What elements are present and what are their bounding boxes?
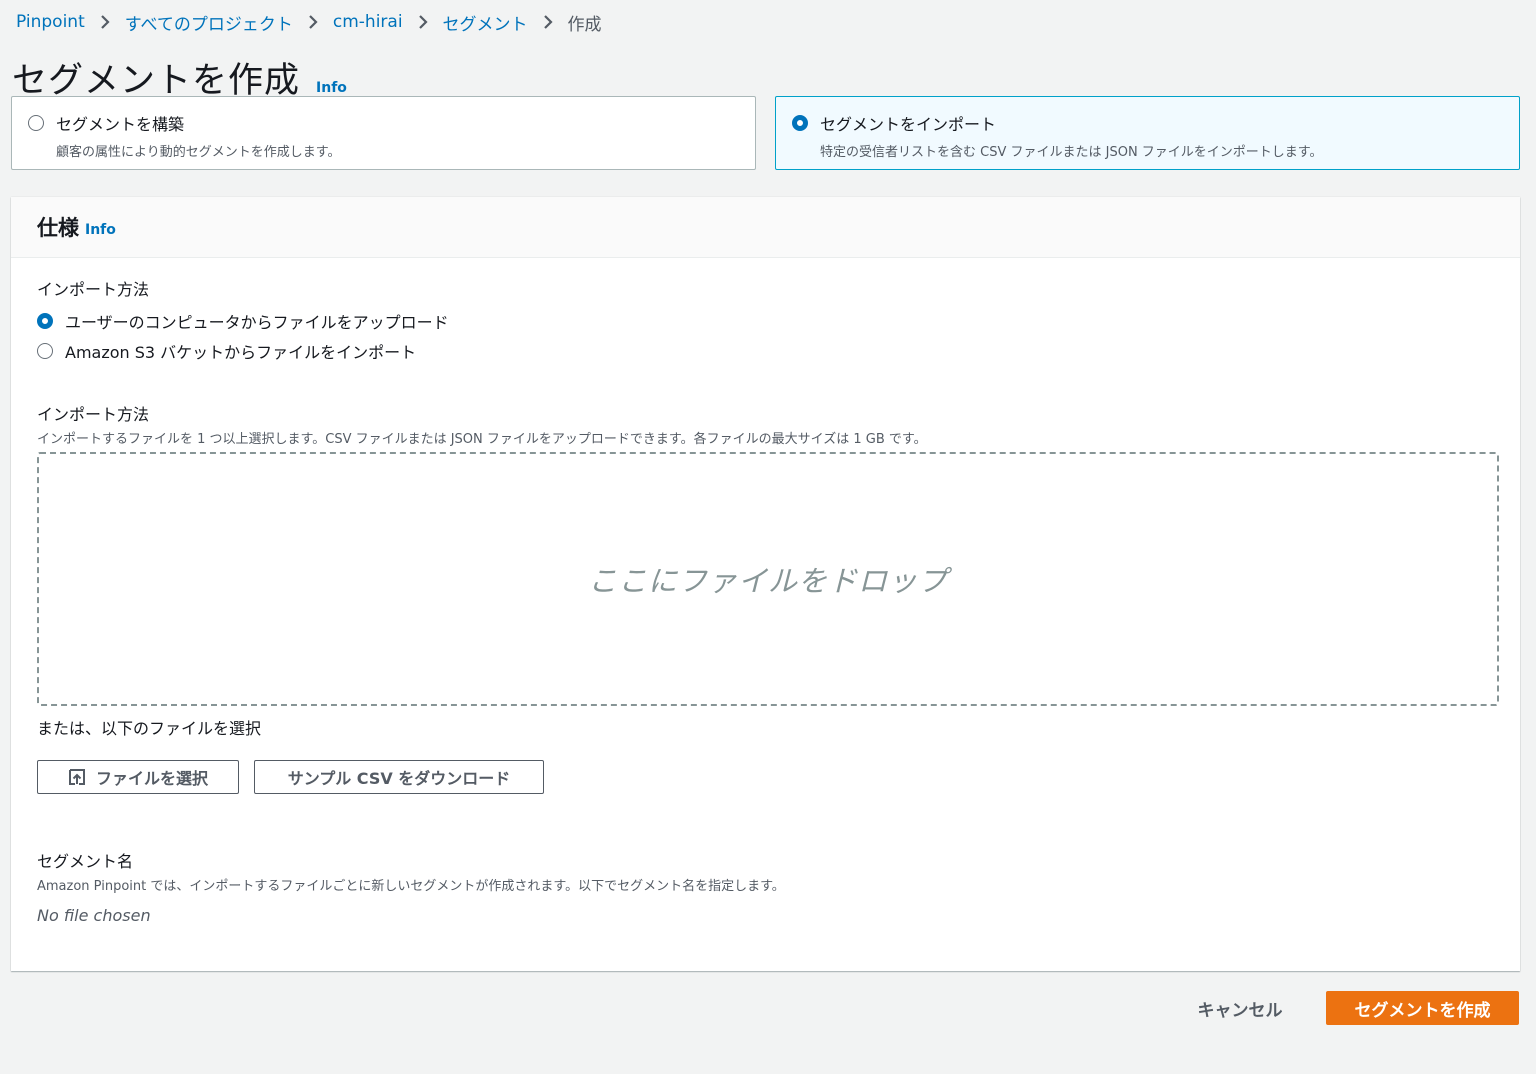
choose-file-button-label: ファイルを選択 (95, 769, 208, 788)
chevron-right-icon (99, 14, 111, 30)
spec-info-link[interactable]: Info (85, 222, 116, 238)
option-import-from-s3[interactable]: Amazon S3 バケットからファイルをインポート (37, 339, 416, 363)
create-segment-button[interactable]: セグメントを作成 (1326, 991, 1519, 1025)
or-select-text: または、以下のファイルを選択 (37, 719, 262, 738)
spec-panel-header: 仕様 Info (11, 197, 1520, 258)
option-upload-from-computer[interactable]: ユーザーのコンピュータからファイルをアップロード (37, 309, 449, 333)
tile-build-segment[interactable]: セグメントを構築 顧客の属性により動的セグメントを作成します。 (11, 96, 756, 170)
segment-name-label: セグメント名 (37, 852, 134, 871)
download-sample-csv-button[interactable]: サンプル CSV をダウンロード (254, 760, 544, 794)
breadcrumb-current: 作成 (567, 14, 602, 35)
import-method-label: インポート方法 (37, 280, 150, 299)
option-import-from-s3-label: Amazon S3 バケットからファイルをインポート (65, 343, 417, 362)
tile-build-segment-description: 顧客の属性により動的セグメントを作成します。 (56, 145, 341, 160)
file-dropzone[interactable]: ここにファイルをドロップ (37, 452, 1499, 706)
breadcrumb-all-projects[interactable]: すべてのプロジェクト (125, 10, 293, 35)
tile-build-segment-label: セグメントを構築 (56, 115, 185, 134)
no-file-chosen-text: No file chosen (37, 906, 151, 925)
file-section-description: インポートするファイルを 1 つ以上選択します。CSV ファイルまたは JSON… (37, 432, 927, 447)
page-info-link[interactable]: Info (316, 80, 347, 96)
radio-import-from-s3[interactable] (37, 343, 53, 359)
tile-import-segment-label: セグメントをインポート (820, 115, 997, 134)
breadcrumb-project[interactable]: cm-hirai (333, 12, 403, 32)
spec-title: 仕様 (37, 216, 79, 240)
breadcrumb: Pinpoint すべてのプロジェクト cm-hirai セグメント 作成 (16, 10, 602, 35)
radio-import-segment[interactable] (792, 115, 808, 131)
file-section-label: インポート方法 (37, 405, 150, 424)
chevron-right-icon (307, 14, 319, 30)
dropzone-text: ここにファイルをドロップ (587, 564, 948, 598)
chevron-right-icon (417, 14, 429, 30)
tile-import-segment[interactable]: セグメントをインポート 特定の受信者リストを含む CSV ファイルまたは JSO… (775, 96, 1520, 170)
download-sample-csv-label: サンプル CSV をダウンロード (287, 769, 511, 788)
radio-upload-from-computer[interactable] (37, 313, 53, 329)
segment-name-description: Amazon Pinpoint では、インポートするファイルごとに新しいセグメン… (37, 879, 785, 894)
choose-file-button[interactable]: ファイルを選択 (37, 760, 239, 794)
cancel-button[interactable]: キャンセル (1180, 992, 1300, 1024)
upload-icon (68, 769, 85, 785)
chevron-right-icon (542, 14, 554, 30)
breadcrumb-segments[interactable]: セグメント (443, 10, 528, 35)
option-upload-from-computer-label: ユーザーのコンピュータからファイルをアップロード (65, 313, 449, 332)
breadcrumb-pinpoint[interactable]: Pinpoint (16, 12, 85, 32)
tile-import-segment-description: 特定の受信者リストを含む CSV ファイルまたは JSON ファイルをインポート… (820, 145, 1323, 160)
spec-panel: 仕様 Info インポート方法 ユーザーのコンピュータからファイルをアップロード… (11, 197, 1520, 971)
radio-build-segment[interactable] (28, 115, 44, 131)
